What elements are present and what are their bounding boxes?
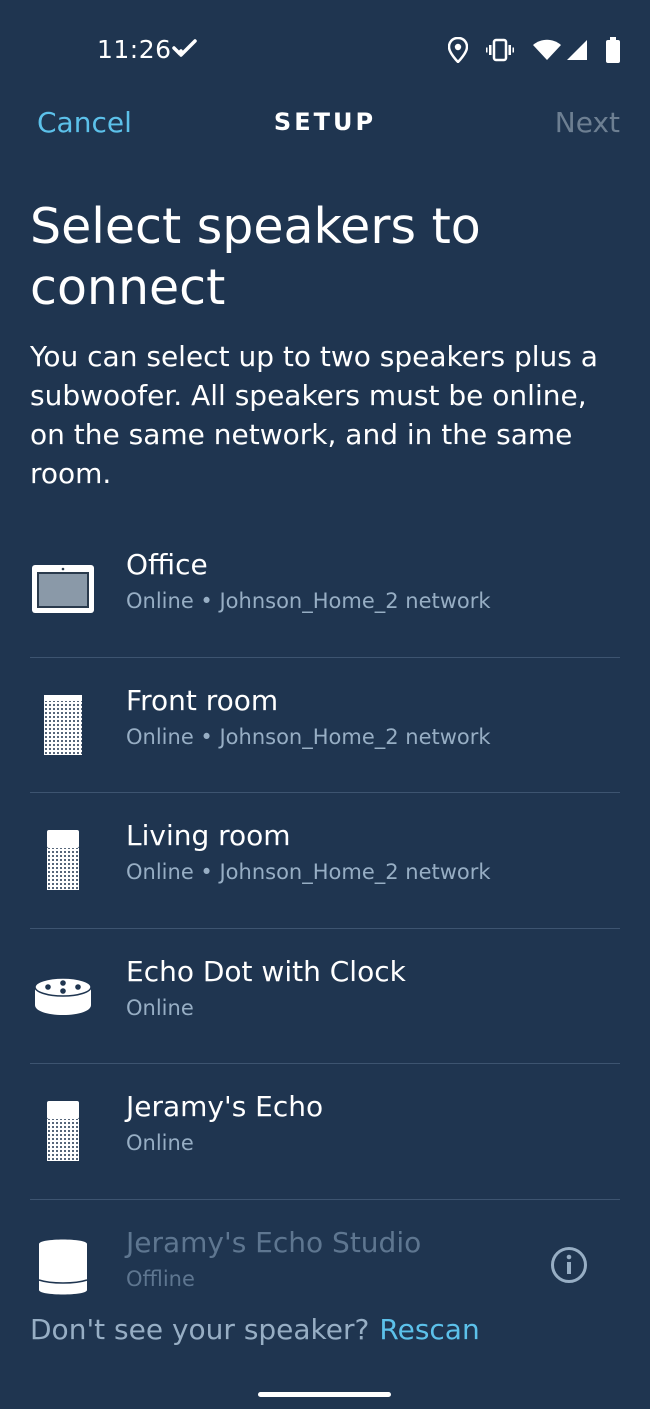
description: You can select up to two speakers plus a…: [30, 340, 598, 490]
device-name: Jeramy's Echo Studio: [126, 1225, 422, 1259]
device-name: Jeramy's Echo: [126, 1090, 324, 1123]
echo-show-icon: [30, 556, 96, 622]
rescan-link[interactable]: Rescan: [379, 1313, 479, 1346]
device-status: Online: [126, 995, 194, 1020]
device-row-jeramys-echo[interactable]: Jeramy's Echo Online: [30, 1064, 620, 1200]
device-row-echo-dot[interactable]: Echo Dot with Clock Online: [30, 929, 620, 1064]
info-icon[interactable]: [550, 1246, 588, 1288]
heading: Select speakers to connect: [30, 198, 481, 316]
wifi-icon: [532, 39, 562, 65]
echo-speaker-icon: [30, 827, 96, 893]
device-status: Online: [126, 1131, 194, 1155]
location-icon: [447, 36, 469, 67]
next-button[interactable]: Next: [555, 106, 620, 139]
status-icons: [447, 36, 620, 67]
device-name: Living room: [126, 819, 291, 852]
status-bar: 11:26: [0, 0, 650, 100]
echo-studio-icon: [30, 1234, 96, 1300]
device-name: Office: [126, 548, 208, 581]
echo-dot-icon: [30, 963, 96, 1029]
nav-bar: Cancel SETUP Next: [0, 100, 650, 148]
device-row-front-room[interactable]: Front room Online • Johnson_Home_2 netwo…: [30, 658, 620, 793]
check-icon: [172, 38, 198, 64]
device-row-office[interactable]: Office Online • Johnson_Home_2 network: [30, 522, 620, 658]
device-name: Echo Dot with Clock: [126, 954, 406, 988]
device-status: Offline: [126, 1266, 195, 1291]
device-status: Online • Johnson_Home_2 network: [126, 724, 491, 749]
device-status: Online • Johnson_Home_2 network: [126, 589, 491, 613]
echo-speaker-icon: [30, 692, 96, 758]
echo-speaker-icon: [30, 1098, 96, 1164]
footer-text: Don't see your speaker?: [30, 1313, 370, 1346]
signal-icon: [566, 39, 588, 65]
device-list: Office Online • Johnson_Home_2 network F…: [30, 522, 620, 1334]
device-row-living-room[interactable]: Living room Online • Johnson_Home_2 netw…: [30, 793, 620, 929]
vibrate-icon: [486, 38, 514, 66]
home-indicator[interactable]: [258, 1392, 391, 1397]
status-time: 11:26: [97, 35, 172, 64]
device-status: Online • Johnson_Home_2 network: [126, 860, 491, 884]
footer: Don't see your speaker? Rescan: [30, 1313, 480, 1346]
page-title: SETUP: [273, 108, 377, 136]
device-name: Front room: [126, 683, 279, 717]
battery-icon: [606, 37, 620, 67]
